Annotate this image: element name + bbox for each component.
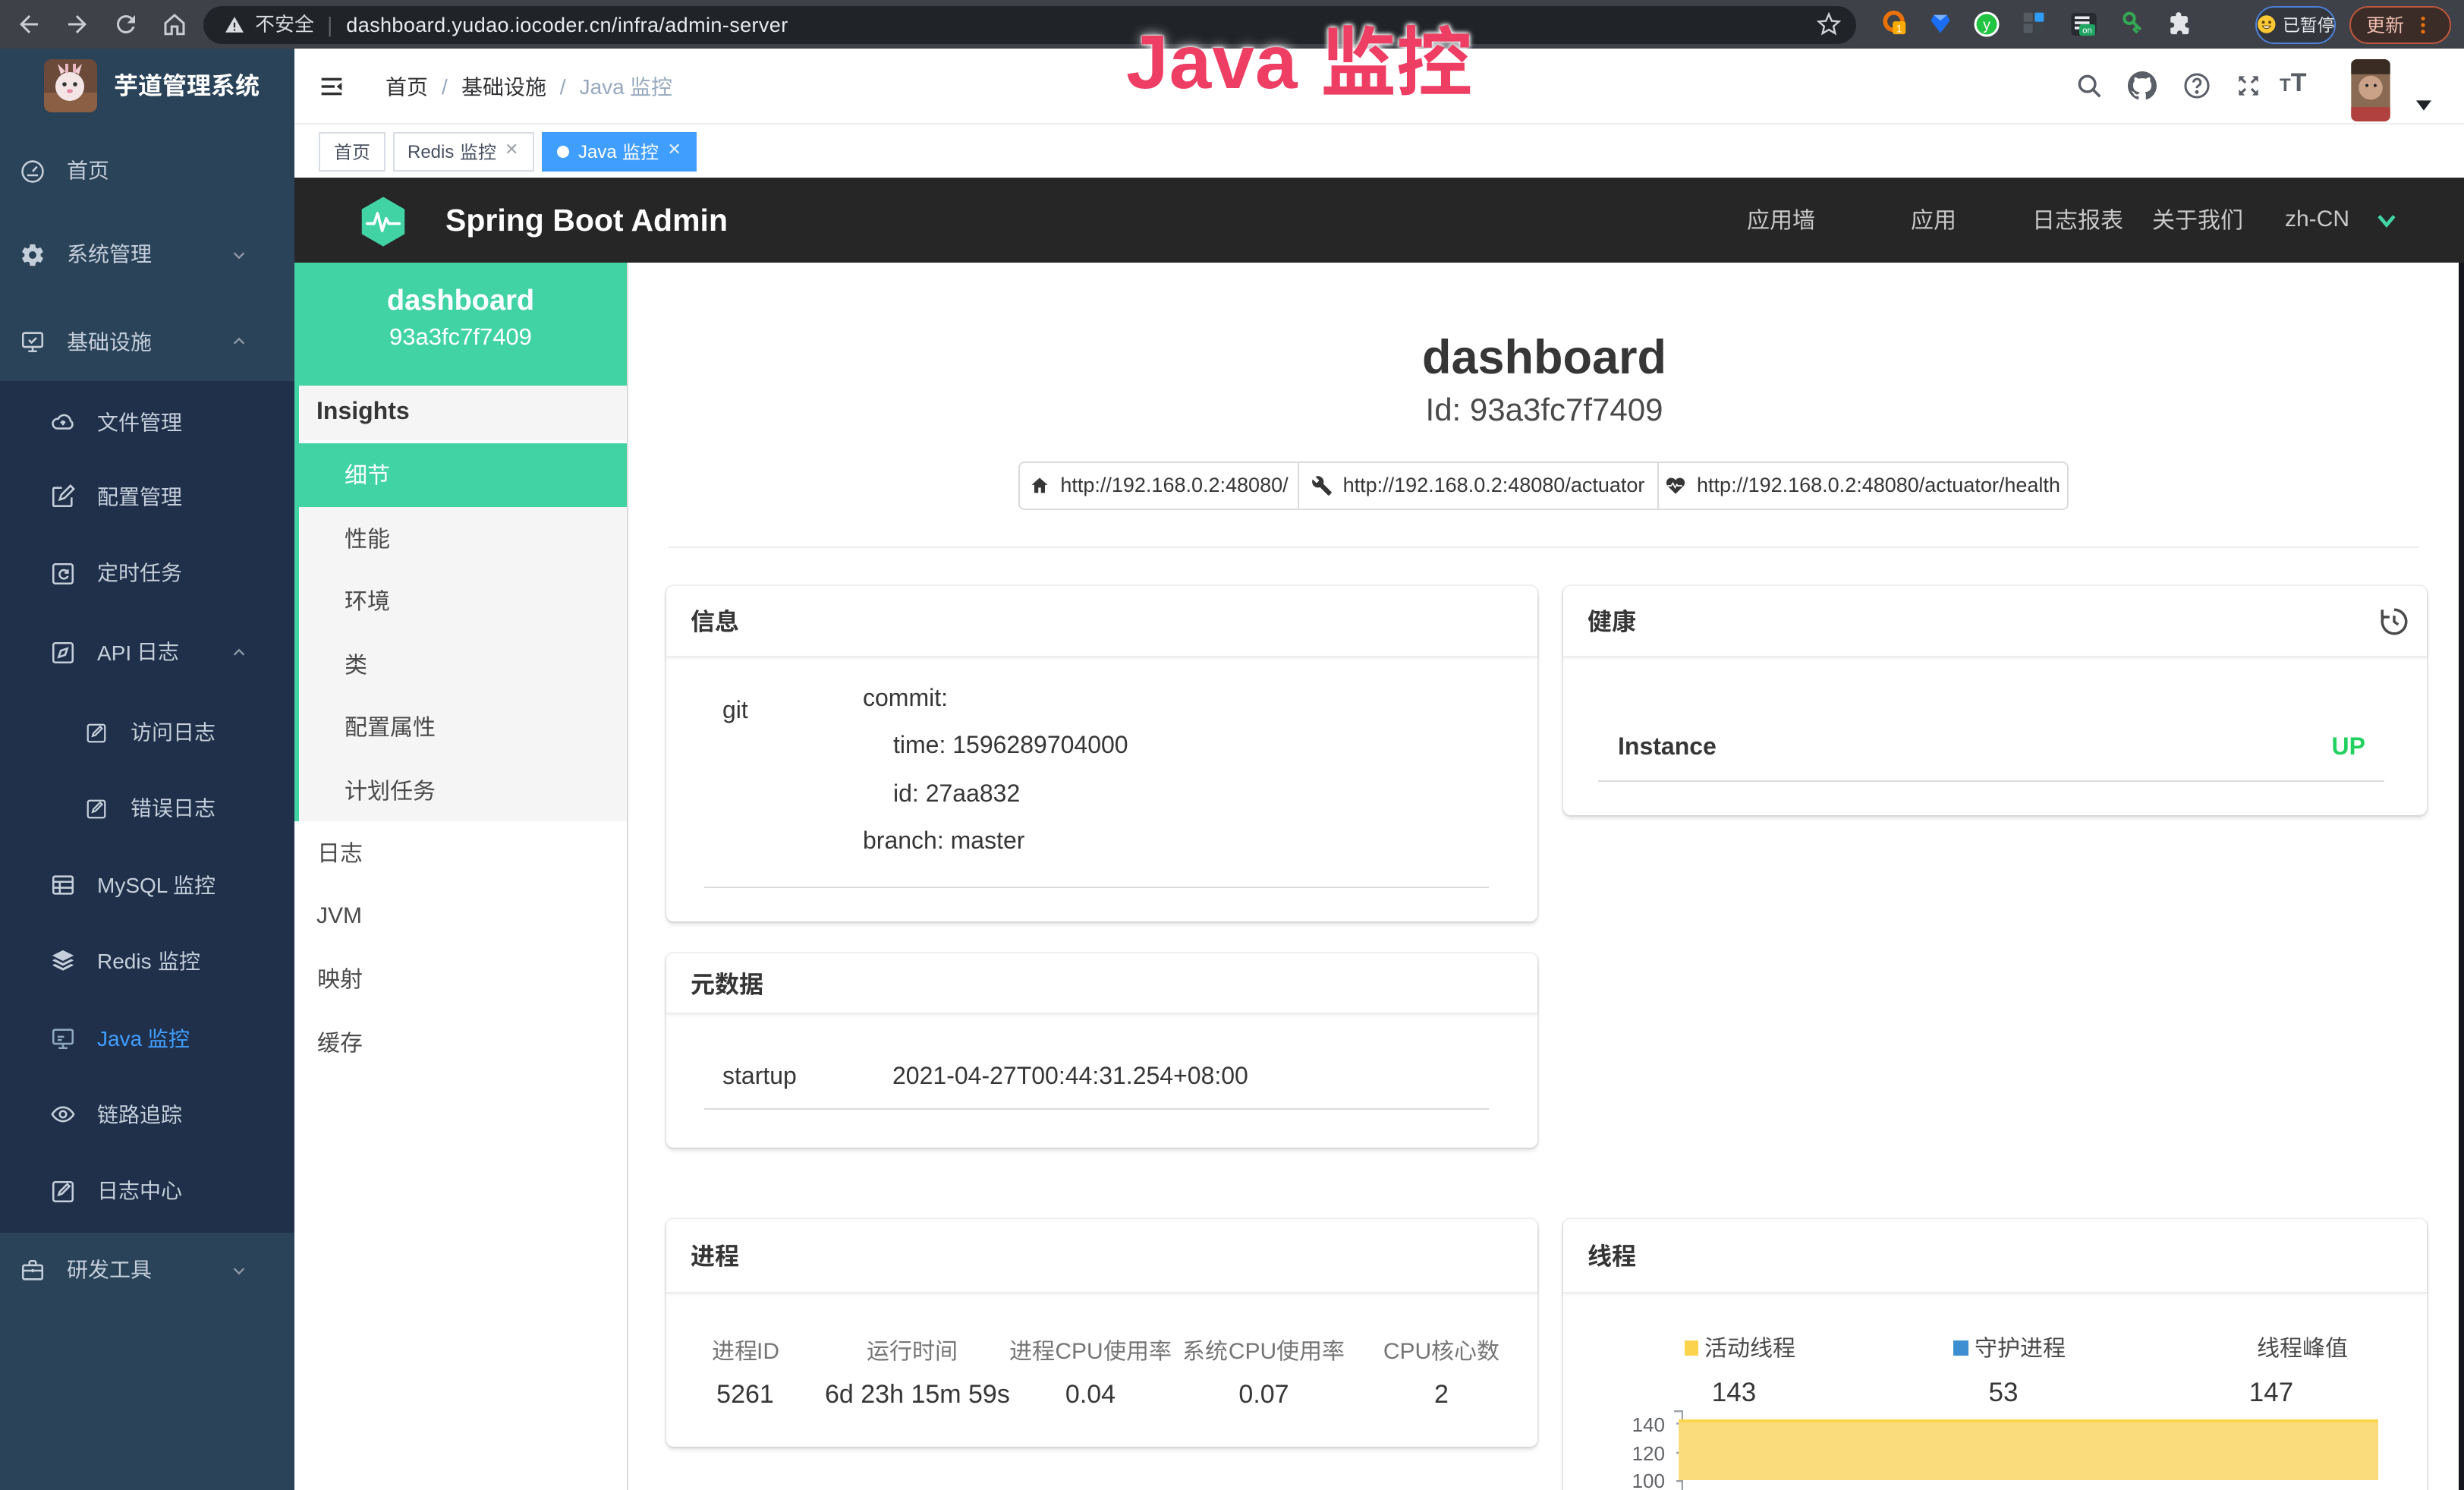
svg-text:y: y bbox=[1983, 17, 1990, 33]
svg-text:on: on bbox=[2082, 26, 2092, 35]
svg-text:1: 1 bbox=[1896, 23, 1902, 35]
